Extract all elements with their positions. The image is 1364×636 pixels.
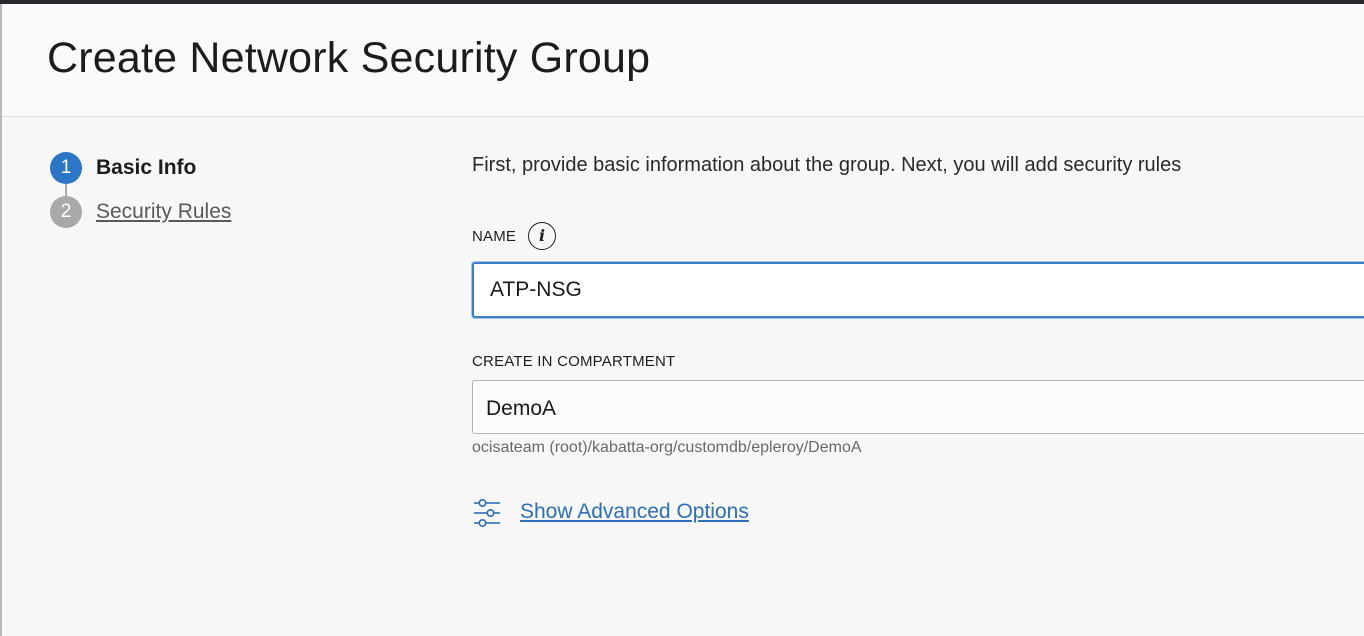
- page-title: Create Network Security Group: [47, 34, 651, 82]
- name-label: NAME: [472, 228, 517, 245]
- step-1-label: Basic Info: [96, 156, 197, 179]
- compartment-label: CREATE IN COMPARTMENT: [472, 353, 676, 370]
- form-intro-text: First, provide basic information about t…: [472, 154, 1182, 176]
- name-input[interactable]: [472, 262, 1364, 318]
- step-2-label[interactable]: Security Rules: [96, 200, 231, 224]
- compartment-path-text: ocisateam (root)/kabatta-org/customdb/ep…: [472, 439, 862, 456]
- step-2-number: 2: [50, 196, 82, 228]
- info-icon[interactable]: i: [528, 222, 556, 250]
- compartment-select[interactable]: DemoA: [472, 380, 1364, 434]
- compartment-select-value: DemoA: [486, 397, 557, 420]
- step-connector: [65, 184, 67, 196]
- show-advanced-options-label: Show Advanced Options: [520, 500, 749, 523]
- sliders-icon: [474, 498, 500, 527]
- page-header: Create Network Security Group: [2, 4, 1364, 117]
- step-1-number: 1: [50, 152, 82, 184]
